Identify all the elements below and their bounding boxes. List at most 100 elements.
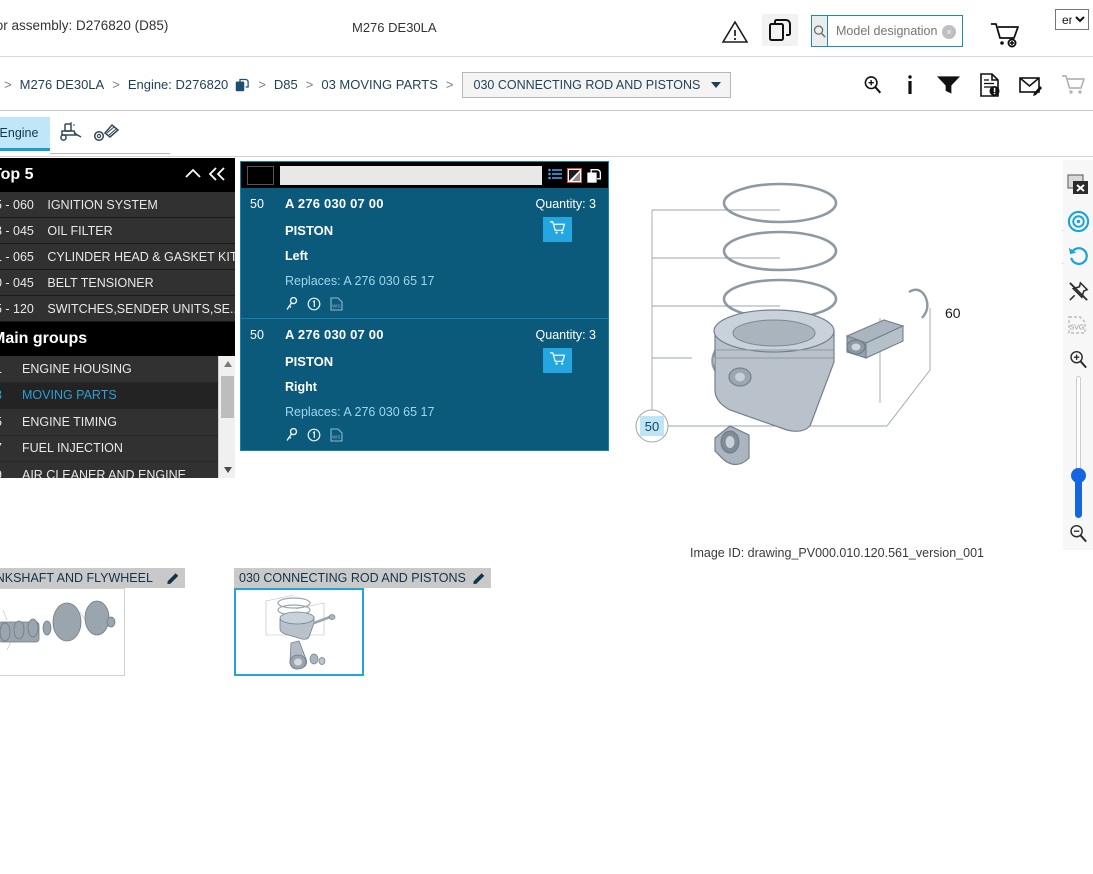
parts-toolbar-box[interactable] <box>247 165 274 185</box>
image-view-icon[interactable] <box>567 167 582 183</box>
part-row[interactable]: 50 A 276 030 07 00 PISTON Left Replaces:… <box>241 188 608 319</box>
parts-view-icons <box>548 167 602 183</box>
part-replaces[interactable]: Replaces: A 276 030 65 17 <box>285 274 596 288</box>
target-focus-icon[interactable] <box>1063 206 1093 236</box>
main-group-num: 03 <box>0 388 22 402</box>
close-window-icon[interactable] <box>1063 170 1093 200</box>
scroll-down-arrow-icon[interactable] <box>219 462 235 478</box>
svg-export-icon[interactable]: SVG <box>1063 310 1093 340</box>
zoom-out-icon[interactable] <box>1063 518 1093 548</box>
info-icon[interactable] <box>902 74 918 96</box>
top5-item-2[interactable]: 01 - 065 CYLINDER HEAD & GASKET KIT <box>0 244 235 270</box>
copy-icon[interactable] <box>235 77 250 92</box>
breadcrumb-item-engine[interactable]: Engine: D276820 <box>128 77 228 92</box>
main-group-label: ENGINE HOUSING <box>22 361 132 376</box>
edit-icon[interactable] <box>472 571 486 585</box>
breadcrumb-separator: > <box>112 77 120 92</box>
wis-document-icon[interactable]: WIS <box>330 297 343 311</box>
crankshaft-drawing <box>0 600 116 651</box>
thumbnail-card[interactable]: 030 CONNECTING ROD AND PISTONS <box>234 568 491 676</box>
top5-item-num: 18 - 045 <box>0 223 34 238</box>
part-icons: WIS <box>285 297 596 311</box>
main-group-num: 07 <box>0 441 22 455</box>
thumbnail-card[interactable]: 015 CRANKSHAFT AND FLYWHEEL <box>0 568 185 676</box>
copy-icon[interactable] <box>587 168 602 183</box>
filter-icon[interactable] <box>936 74 961 96</box>
assembly-label: Major assembly: D276820 (D85) <box>0 18 169 33</box>
wis-document-icon[interactable]: WIS <box>330 428 343 442</box>
search-icon[interactable] <box>812 16 828 46</box>
main-group-item-01[interactable]: 01 ENGINE HOUSING <box>0 356 235 383</box>
sidebar-scrollbar[interactable] <box>218 356 235 478</box>
parts-filter-input[interactable] <box>280 165 542 185</box>
model-search-clear-icon[interactable]: × <box>942 25 956 39</box>
thumbnail-image-crankshaft[interactable] <box>0 588 125 676</box>
main-group-item-07[interactable]: 07 FUEL INJECTION <box>0 435 235 462</box>
pin-off-icon[interactable] <box>1063 276 1093 306</box>
part-side: Left <box>285 249 308 263</box>
add-to-cart-button[interactable] <box>543 348 572 373</box>
circled-one-icon[interactable] <box>307 428 321 442</box>
breadcrumb-item-moving-parts[interactable]: 03 MOVING PARTS <box>321 77 438 92</box>
main-group-num: 09 <box>0 468 22 478</box>
key-icon[interactable] <box>285 428 298 442</box>
part-row[interactable]: 50 A 276 030 07 00 PISTON Right Replaces… <box>241 319 608 450</box>
chevron-down-icon <box>711 81 722 88</box>
history-reset-icon[interactable] <box>1063 240 1093 270</box>
part-replaces[interactable]: Replaces: A 276 030 65 17 <box>285 405 596 419</box>
dash <box>39 224 42 238</box>
main-group-label: MOVING PARTS <box>22 388 117 403</box>
zoom-in-icon[interactable] <box>1063 344 1093 374</box>
warning-triangle-icon[interactable] <box>721 20 749 49</box>
language-select[interactable]: endefres <box>1055 9 1089 30</box>
svg-text:WIS: WIS <box>332 435 340 440</box>
top5-header: Top 5 <box>0 158 235 192</box>
circled-one-icon[interactable] <box>307 297 321 311</box>
scroll-up-arrow-icon[interactable] <box>219 356 235 372</box>
top5-item-4[interactable]: 15 - 120 SWITCHES,SENDER UNITS,SE... <box>0 296 235 322</box>
top5-item-0[interactable]: 15 - 060 IGNITION SYSTEM <box>0 192 235 218</box>
add-to-cart-icon[interactable] <box>990 22 1022 53</box>
thumbnail-image-connecting-rod[interactable] <box>234 588 364 676</box>
add-to-cart-button[interactable] <box>543 217 572 242</box>
breadcrumb-active-dropdown[interactable]: 030 CONNECTING ROD AND PISTONS <box>461 71 732 98</box>
main-group-item-09[interactable]: 09 AIR CLEANER AND ENGINE <box>0 462 235 478</box>
main-groups-header: Main groups <box>0 322 235 356</box>
sidebar-scrollbar-thumb[interactable] <box>221 376 234 418</box>
piston-pin <box>845 319 905 359</box>
svg-text:SVG: SVG <box>1070 325 1085 332</box>
top5-item-num: 01 - 065 <box>0 249 34 264</box>
double-chevron-left-icon[interactable] <box>207 164 227 189</box>
breadcrumb-item-d85[interactable]: D85 <box>274 77 298 92</box>
sidebar: Top 5 15 - 060 IGNITION SYSTEM 18 - 045 … <box>0 158 235 478</box>
key-icon[interactable] <box>285 297 298 311</box>
breadcrumb-item-model[interactable]: M276 DE30LA <box>20 77 105 92</box>
edit-icon[interactable] <box>166 571 180 585</box>
top5-item-num: 15 - 120 <box>0 301 34 316</box>
svg-text:WIS: WIS <box>332 304 340 309</box>
copy-documents-icon[interactable] <box>762 14 798 46</box>
chevron-up-icon[interactable] <box>183 164 203 189</box>
model-search-input[interactable] <box>828 16 997 46</box>
breadcrumb-separator: > <box>305 77 314 92</box>
zoom-search-icon[interactable] <box>862 74 884 96</box>
top5-item-1[interactable]: 18 - 045 OIL FILTER <box>0 218 235 244</box>
main-groups-title: Main groups <box>0 330 88 347</box>
callout-50[interactable]: 50 <box>635 409 669 443</box>
document-alert-icon[interactable] <box>979 72 1001 97</box>
cart-icon <box>549 220 566 240</box>
tab-strip: Engine × <box>0 112 1093 264</box>
list-view-icon[interactable] <box>548 168 562 182</box>
mail-edit-icon[interactable] <box>1019 74 1043 96</box>
tab-engine[interactable]: Engine <box>0 117 50 151</box>
model-search-box[interactable]: × <box>811 15 997 47</box>
top5-item-3[interactable]: 20 - 045 BELT TENSIONER <box>0 270 235 296</box>
main-group-item-05[interactable]: 05 ENGINE TIMING <box>0 409 235 436</box>
main-group-item-03[interactable]: 03 MOVING PARTS <box>0 382 235 409</box>
main-group-num: 01 <box>0 362 22 376</box>
tab-fasteners[interactable] <box>86 120 128 150</box>
cart-icon[interactable] <box>1061 74 1087 96</box>
zoom-slider-thumb[interactable] <box>1071 468 1086 483</box>
part-drawing[interactable]: 50 60 <box>612 158 1062 558</box>
top5-title: Top 5 <box>0 166 34 183</box>
